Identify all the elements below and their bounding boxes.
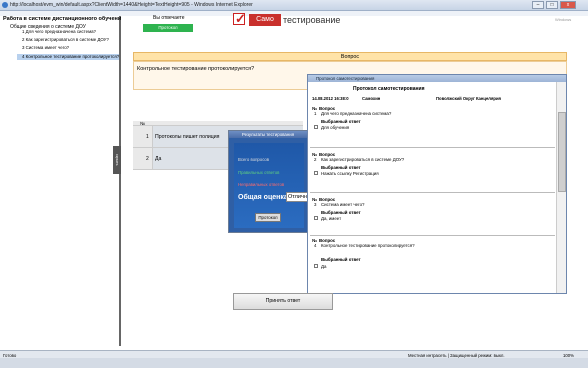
checkmark-logo-icon: ✓ xyxy=(233,11,246,26)
protocol-date: 14.08.2012 16:38:0 xyxy=(312,96,349,101)
protocol-item-answer: Для обучения xyxy=(321,125,350,130)
answer-text: Протоколы пишет полиция xyxy=(155,134,220,140)
protocol-title: Протокол самотестирования xyxy=(353,86,425,92)
protocol-chosen-label: Выбранный ответ xyxy=(321,165,361,170)
protocol-item-number: 2 xyxy=(314,157,317,162)
close-button[interactable]: x xyxy=(560,1,576,9)
accept-answer-button[interactable]: Принять ответ xyxy=(233,293,333,310)
status-bar: Готово Местная интрасеть | Защищенный ре… xyxy=(0,350,588,358)
protocol-chosen-label: Выбранный ответ xyxy=(321,210,361,215)
protocol-item-question: Для чего предназначена система? xyxy=(321,111,392,116)
sidebar-item-1[interactable]: 1 Для чего предназначена система? xyxy=(22,29,119,35)
answer-text: Да xyxy=(155,156,162,162)
minimize-button[interactable]: – xyxy=(532,1,544,9)
protocol-item-number: 3 xyxy=(314,202,317,207)
protocol-chosen-label: Выбранный ответ xyxy=(321,257,361,262)
protocol-item-answer: Да, имеет xyxy=(321,216,342,221)
bottom-band xyxy=(0,358,588,368)
answered-label: Вы отвечаете xyxy=(153,15,185,21)
logo-box: Само xyxy=(249,14,281,26)
protocol-button[interactable]: Протокол xyxy=(255,213,281,222)
protocol-item-question: Система имеет чего? xyxy=(321,202,365,207)
sidebar-item-2[interactable]: 2 Как зарегистрироваться в системе ДОУ? xyxy=(22,37,119,43)
total-questions-label: Всего вопросов xyxy=(238,157,270,162)
question-header: Вопрос xyxy=(133,52,567,61)
overall-score-label: Общая оценка xyxy=(238,194,288,201)
sidebar-item-3[interactable]: 3 Система имеет чего? xyxy=(22,45,119,51)
protocol-item-answer: Нажать ссылку Регистрация xyxy=(321,171,379,176)
answer-number: 1 xyxy=(146,134,149,140)
scrollbar-thumb[interactable] xyxy=(558,112,566,192)
protocol-org: Поволжский Округ Канцелярия xyxy=(436,96,501,101)
results-title: Результаты тестирования xyxy=(229,131,307,138)
protocol-divider xyxy=(310,235,555,236)
maximize-button[interactable]: □ xyxy=(546,1,558,9)
protocol-window: Протокол самотестирования Протокол самот… xyxy=(307,74,567,294)
logo-text: тестирование xyxy=(283,15,341,25)
answered-badge: Протокол xyxy=(143,24,193,32)
protocol-checkbox xyxy=(314,171,318,175)
answer-number-cell xyxy=(133,126,153,147)
correct-answers-label: Правильных ответов xyxy=(238,170,280,175)
protocol-item-question: Как зарегистрироваться в системе ДОУ? xyxy=(321,157,405,162)
sidebar-item-4[interactable]: 4 Контрольное тестирование протоколирует… xyxy=(17,54,119,60)
sidebar: Работа в системе дистанционного обучения… xyxy=(0,16,121,346)
protocol-checkbox xyxy=(314,216,318,220)
protocol-checkbox xyxy=(314,264,318,268)
protocol-scrollbar[interactable] xyxy=(556,82,566,293)
protocol-divider xyxy=(310,192,555,193)
sidebar-toggle-handle[interactable]: скрыть xyxy=(113,146,121,174)
protocol-checkbox xyxy=(314,125,318,129)
question-text: Контрольное тестирование протоколируется… xyxy=(137,66,255,72)
protocol-item-answer: Да xyxy=(321,264,327,269)
results-panel: Всего вопросов Правильных ответов Неправ… xyxy=(234,143,310,228)
protocol-item-question: Контрольное тестирование протоколируется… xyxy=(321,243,415,248)
protocol-item-number: 1 xyxy=(314,111,317,116)
answer-number: 2 xyxy=(146,156,149,162)
protocol-item-number: 4 xyxy=(314,243,317,248)
protocol-divider xyxy=(310,147,555,148)
wrong-answers-label: Неправильных ответов xyxy=(238,182,285,187)
ie-logo-icon xyxy=(2,2,8,8)
window-titlebar: http://localhost/evm_win/default.aspx?Cl… xyxy=(0,0,588,11)
protocol-chosen-label: Выбранный ответ xyxy=(321,119,361,124)
sidebar-title: Работа в системе дистанционного обучения xyxy=(3,16,121,22)
answer-number-cell xyxy=(133,148,153,169)
window-title: http://localhost/evm_win/default.aspx?Cl… xyxy=(10,2,253,8)
results-dialog: Результаты тестирования Всего вопросов П… xyxy=(228,130,310,233)
corner-text: Windows xyxy=(555,17,572,22)
protocol-name: Самохин xyxy=(362,96,381,101)
protocol-window-title: Протокол самотестирования xyxy=(308,75,566,82)
